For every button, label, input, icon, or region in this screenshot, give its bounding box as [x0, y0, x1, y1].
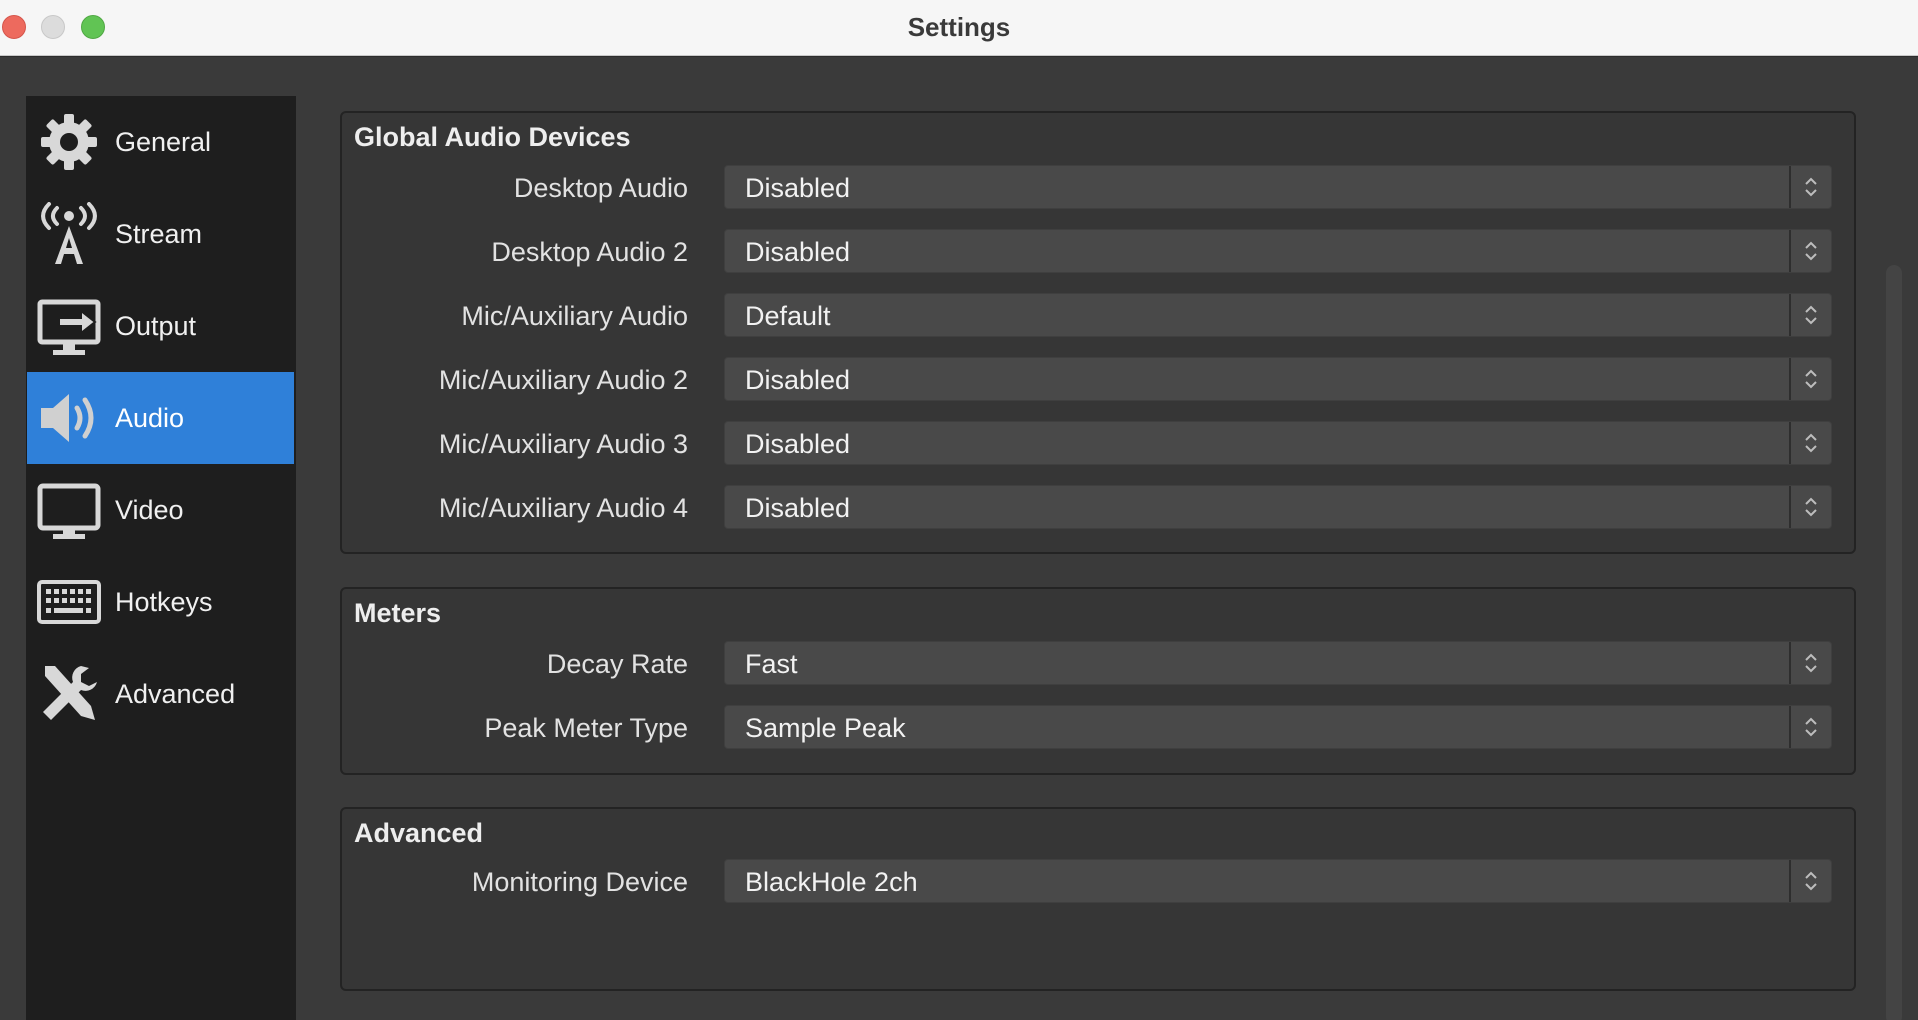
sidebar-item-hotkeys[interactable]: Hotkeys	[27, 556, 294, 648]
sidebar-item-label: Audio	[115, 402, 185, 433]
decay-rate-select[interactable]: Fast	[724, 641, 1832, 685]
gear-icon	[37, 110, 101, 174]
group-title: Advanced	[354, 818, 484, 848]
monitor-icon	[37, 478, 101, 542]
mic-auxiliary-audio-4-label: Mic/Auxiliary Audio 4	[438, 493, 688, 523]
mic-auxiliary-audio-select[interactable]: Default	[724, 293, 1832, 337]
mic-auxiliary-audio-2-label: Mic/Auxiliary Audio 2	[438, 365, 688, 395]
sidebar-item-label: Video	[115, 494, 184, 525]
keyboard-icon	[37, 570, 101, 634]
select-value: BlackHole 2ch	[745, 867, 918, 897]
sidebar-item-audio[interactable]: Audio	[27, 372, 294, 464]
sidebar-item-general[interactable]: General	[27, 96, 294, 188]
updown-chevron-icon	[1789, 166, 1831, 208]
select-value: Default	[745, 301, 831, 331]
sidebar-item-label: Stream	[115, 218, 203, 249]
select-value: Disabled	[745, 493, 851, 523]
tools-icon	[37, 662, 101, 726]
select-value: Disabled	[745, 173, 851, 203]
sidebar-item-label: Hotkeys	[115, 586, 213, 617]
updown-chevron-icon	[1789, 422, 1831, 464]
mic-auxiliary-audio-2-select[interactable]: Disabled	[724, 357, 1832, 401]
meters-group: Meters Decay Rate Fast Peak Meter Type S…	[340, 587, 1856, 775]
updown-chevron-icon	[1789, 230, 1831, 272]
mic-auxiliary-audio-label: Mic/Auxiliary Audio	[461, 301, 688, 331]
desktop-audio-label: Desktop Audio	[513, 173, 688, 203]
monitoring-device-label: Monitoring Device	[471, 867, 688, 897]
desktop-audio-select[interactable]: Disabled	[724, 165, 1832, 209]
select-value: Sample Peak	[745, 713, 906, 743]
output-monitor-icon	[37, 294, 101, 358]
select-value: Disabled	[745, 429, 851, 459]
title-bar: Settings	[0, 0, 1918, 56]
updown-chevron-icon	[1789, 706, 1831, 748]
sidebar-item-label: Advanced	[115, 678, 236, 709]
desktop-audio-2-label: Desktop Audio 2	[491, 237, 688, 267]
peak-meter-type-select[interactable]: Sample Peak	[724, 705, 1832, 749]
decay-rate-label: Decay Rate	[546, 649, 688, 679]
updown-chevron-icon	[1789, 358, 1831, 400]
sidebar-item-output[interactable]: Output	[27, 280, 294, 372]
speaker-icon	[37, 386, 101, 450]
monitoring-device-select[interactable]: BlackHole 2ch	[724, 859, 1832, 903]
group-title: Meters	[354, 598, 442, 628]
sidebar-item-stream[interactable]: Stream	[27, 188, 294, 280]
updown-chevron-icon	[1789, 642, 1831, 684]
settings-window: General Stream Output Audio Video Hotkey…	[0, 57, 1918, 1020]
group-title: Global Audio Devices	[354, 122, 631, 152]
window-title: Settings	[907, 12, 1011, 42]
mic-auxiliary-audio-4-select[interactable]: Disabled	[724, 485, 1832, 529]
desktop-audio-2-select[interactable]: Disabled	[724, 229, 1832, 273]
broadcast-antenna-icon	[37, 202, 101, 266]
sidebar-item-label: General	[115, 126, 212, 157]
updown-chevron-icon	[1789, 860, 1831, 902]
sidebar-item-label: Output	[115, 310, 197, 341]
updown-chevron-icon	[1789, 486, 1831, 528]
mic-auxiliary-audio-3-select[interactable]: Disabled	[724, 421, 1832, 465]
sidebar-item-advanced[interactable]: Advanced	[27, 648, 294, 740]
select-value: Fast	[745, 649, 798, 679]
advanced-group: Advanced Monitoring Device BlackHole 2ch	[340, 807, 1856, 991]
sidebar-item-video[interactable]: Video	[27, 464, 294, 556]
global-audio-devices-group: Global Audio Devices Desktop Audio Disab…	[340, 111, 1856, 554]
select-value: Disabled	[745, 365, 851, 395]
updown-chevron-icon	[1789, 294, 1831, 336]
vertical-scrollbar[interactable]	[1886, 265, 1902, 1020]
select-value: Disabled	[745, 237, 851, 267]
mic-auxiliary-audio-3-label: Mic/Auxiliary Audio 3	[438, 429, 688, 459]
settings-sidebar: General Stream Output Audio Video Hotkey…	[26, 96, 296, 1020]
peak-meter-type-label: Peak Meter Type	[484, 713, 688, 743]
